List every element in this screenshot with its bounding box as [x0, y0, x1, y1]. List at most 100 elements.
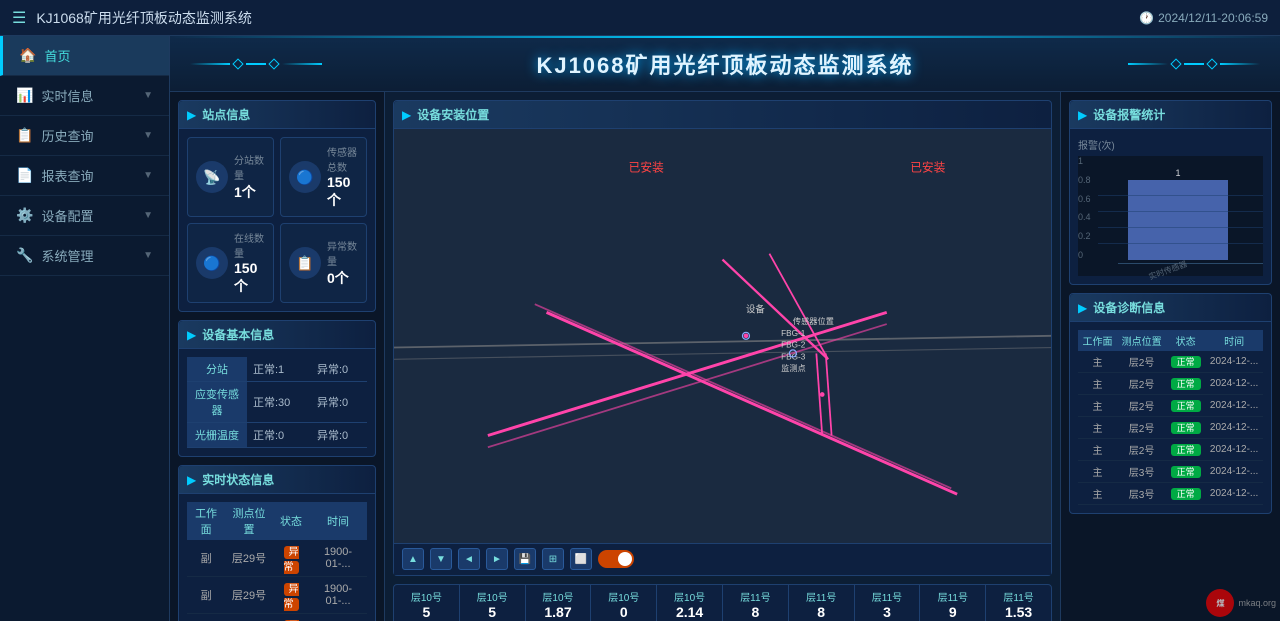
svg-text:FBG-2: FBG-2 — [781, 341, 806, 350]
diag-face-1: 主 — [1078, 373, 1117, 395]
device-basic-section: ▶ 设备基本信息 分站 正常:1 异常:0 应变传感器 — [178, 320, 376, 457]
sidebar-item-home[interactable]: 🏠 首页 — [0, 36, 169, 76]
stat-card-abnormal: 📋 异常数量 0个 — [280, 223, 367, 303]
chart-container: 报警(次) 1 0.8 0.6 0.4 0.2 0 — [1070, 129, 1271, 284]
sidebar-item-report[interactable]: 📄 报表查询 ▼ — [0, 156, 169, 196]
map-canvas: 已安装 已安装 — [394, 129, 1051, 543]
diag-col-status: 状态 — [1166, 330, 1205, 351]
stat-info-substations: 分站数量 1个 — [234, 152, 265, 202]
sidebar-item-device[interactable]: ⚙️ 设备配置 ▼ — [0, 196, 169, 236]
bottom-cell-value-3: 0 — [620, 604, 628, 620]
right-panel: ▶ 设备报警统计 报警(次) 1 0.8 0.6 0.4 0.2 — [1060, 92, 1280, 621]
realtime-status-body: 工作面 测点位置 状态 时间 副 层29号 异常 1900-01-... 副 层… — [179, 494, 375, 621]
map-toggle[interactable] — [598, 550, 634, 568]
stat-info-sensors: 传感器总数 150个 — [327, 144, 358, 210]
chart-area: 1 0.8 0.6 0.4 0.2 0 1 — [1078, 156, 1263, 276]
bottom-cell-label-6: 层11号 — [806, 589, 836, 604]
station-info-arrow: ▶ — [187, 108, 196, 122]
sidebar-item-history[interactable]: 📋 历史查询 ▼ — [0, 116, 169, 156]
diag-table-row: 主 层2号 正常 2024-12-... — [1078, 395, 1263, 417]
device-basic-arrow: ▶ — [187, 328, 196, 342]
sidebar-label-report: 报表查询 — [41, 166, 93, 185]
map-grid-btn[interactable]: ⊞ — [542, 548, 564, 570]
bottom-cell-label-5: 层11号 — [740, 589, 770, 604]
map-up-btn[interactable]: ▲ — [402, 548, 424, 570]
deco-diamond-right — [1170, 58, 1181, 69]
map-fullscreen-btn[interactable]: ⬜ — [570, 548, 592, 570]
diag-face-5: 主 — [1078, 461, 1117, 483]
bottom-data-cell-8: 层11号 9 — [920, 585, 986, 621]
header-deco-right — [1128, 60, 1260, 68]
rt-point-2: 层29号 — [225, 614, 273, 621]
diag-time-2: 2024-12-... — [1205, 395, 1263, 417]
menu-icon[interactable]: ☰ — [12, 8, 26, 28]
device-basic-table: 分站 正常:1 异常:0 应变传感器 正常:30 异常:0 光栅温度 — [187, 357, 367, 448]
sidebar-item-realtime[interactable]: 📊 实时信息 ▼ — [0, 76, 169, 116]
map-down-btn[interactable]: ▼ — [430, 548, 452, 570]
chart-y-label: 报警(次) — [1078, 137, 1263, 152]
svg-text:FBG-1: FBG-1 — [781, 329, 806, 338]
device-basic-body: 分站 正常:1 异常:0 应变传感器 正常:30 异常:0 光栅温度 — [179, 349, 375, 456]
device-row-abnormal-2: 异常:0 — [311, 423, 367, 448]
diag-face-0: 主 — [1078, 351, 1117, 373]
chevron-down-icon-4: ▼ — [143, 210, 153, 221]
deco-diamond-left — [232, 58, 243, 69]
col-face: 工作面 — [187, 502, 225, 540]
stat-info-online: 在线数量 150个 — [234, 230, 265, 296]
chart-bar-0: 1 — [1128, 180, 1228, 260]
stat-card-sensors: 🔵 传感器总数 150个 — [280, 137, 367, 217]
diag-arrow: ▶ — [1078, 301, 1087, 315]
diag-face-6: 主 — [1078, 483, 1117, 505]
bottom-data-cell-3: 层10号 0 — [591, 585, 657, 621]
chart-bars-area: 1 实时传感器 — [1098, 156, 1263, 276]
map-section: ▶ 设备安装位置 已安装 已安装 — [393, 100, 1052, 576]
sidebar-item-system[interactable]: 🔧 系统管理 ▼ — [0, 236, 169, 276]
diag-status-6: 正常 — [1166, 483, 1205, 505]
diag-time-4: 2024-12-... — [1205, 439, 1263, 461]
chevron-down-icon-5: ▼ — [143, 250, 153, 261]
map-right-btn[interactable]: ► — [486, 548, 508, 570]
diag-col-time: 时间 — [1205, 330, 1263, 351]
alarm-stats-header: ▶ 设备报警统计 — [1070, 101, 1271, 129]
watermark-text: mkaq.org — [1238, 598, 1276, 608]
diag-info-section: ▶ 设备诊断信息 工作面 测点位置 状态 时间 — [1069, 293, 1272, 514]
bottom-cell-label-2: 层10号 — [542, 589, 573, 604]
station-info-title: 站点信息 — [202, 106, 250, 123]
report-icon: 📄 — [16, 167, 33, 184]
left-panel: ▶ 站点信息 📡 分站数量 1个 — [170, 92, 385, 621]
diag-table-row: 主 层2号 正常 2024-12-... — [1078, 373, 1263, 395]
y-label-0: 1 — [1078, 156, 1091, 166]
mine-map-svg: 已安装 已安装 — [394, 129, 1051, 543]
y-label-1: 0.8 — [1078, 175, 1091, 185]
stat-label-online: 在线数量 — [234, 230, 265, 260]
rt-face-1: 副 — [187, 577, 225, 614]
map-title: 设备安装位置 — [417, 106, 489, 123]
bottom-cell-value-7: 3 — [883, 604, 891, 620]
map-left-btn[interactable]: ◄ — [458, 548, 480, 570]
bottom-data-cell-4: 层10号 2.14 — [657, 585, 723, 621]
diag-table-row: 主 层2号 正常 2024-12-... — [1078, 439, 1263, 461]
bottom-cell-value-6: 8 — [817, 604, 825, 620]
diag-face-2: 主 — [1078, 395, 1117, 417]
bottom-cell-value-9: 1.53 — [1005, 604, 1032, 620]
col-status: 状态 — [273, 502, 309, 540]
abnormal-icon: 📋 — [289, 247, 321, 279]
map-arrow: ▶ — [402, 108, 411, 122]
clock-icon: 🕐 — [1139, 11, 1154, 25]
diag-header-row: 工作面 测点位置 状态 时间 — [1078, 330, 1263, 351]
station-info-body: 📡 分站数量 1个 🔵 传感器总数 150个 — [179, 129, 375, 311]
bottom-cell-label-4: 层10号 — [674, 589, 705, 604]
bottom-data-cell-7: 层11号 3 — [855, 585, 921, 621]
map-save-btn[interactable]: 💾 — [514, 548, 536, 570]
chevron-down-icon-3: ▼ — [143, 170, 153, 181]
svg-text:已安装: 已安装 — [629, 161, 664, 175]
y-label-4: 0.2 — [1078, 231, 1091, 241]
diag-point-5: 层3号 — [1117, 461, 1166, 483]
app-title: KJ1068矿用光纤顶板动态监测系统 — [36, 8, 251, 28]
chart-x-axis — [1118, 263, 1263, 264]
stat-info-abnormal: 异常数量 0个 — [327, 238, 358, 288]
watermark-logo: 煤 — [1206, 589, 1234, 617]
rt-time-1: 1900-01-... — [309, 577, 367, 614]
bottom-data-cell-6: 层11号 8 — [789, 585, 855, 621]
device-basic-title: 设备基本信息 — [202, 326, 274, 343]
